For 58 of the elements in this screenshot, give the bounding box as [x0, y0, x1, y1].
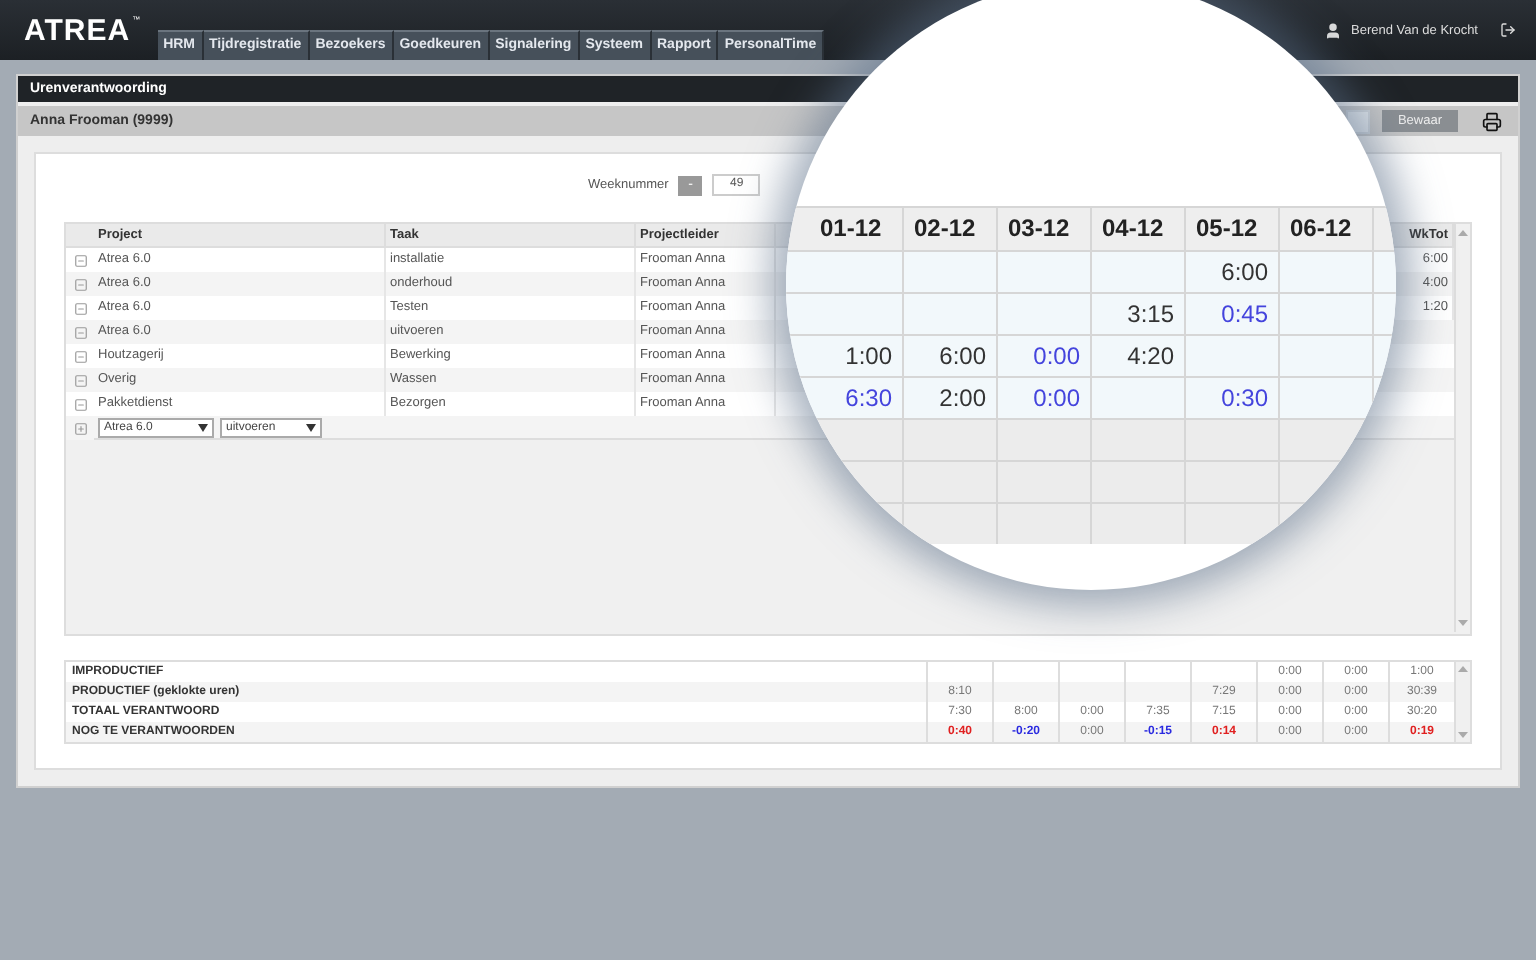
table-cell: [1398, 344, 1454, 368]
table-cell: 0:45: [1186, 292, 1280, 334]
collapse-icon[interactable]: [73, 349, 87, 363]
table-cell: [998, 418, 1092, 460]
table-cell: 2:00: [904, 376, 998, 418]
scroll-down-icon[interactable]: [1458, 620, 1468, 626]
table-cell: [1280, 250, 1374, 292]
column-header: 02-12: [904, 206, 998, 250]
print-icon[interactable]: [1482, 111, 1502, 131]
table-cell: 1:00: [810, 334, 904, 376]
table-cell: [1280, 334, 1374, 376]
column-header: 05-12: [1186, 206, 1280, 250]
table-cell: [1186, 418, 1280, 460]
table-cell: 6:30: [810, 376, 904, 418]
table-cell: 6:00: [1186, 250, 1280, 292]
table-cell: [1186, 334, 1280, 376]
add-icon[interactable]: [73, 421, 87, 435]
caret-icon: [198, 423, 208, 431]
collapse-icon[interactable]: [73, 277, 87, 291]
table-cell: [998, 250, 1092, 292]
table-cell: 3:15: [1092, 292, 1186, 334]
table-cell: 0:00: [998, 376, 1092, 418]
collapse-icon[interactable]: [73, 253, 87, 267]
scrollbar[interactable]: [1454, 662, 1470, 742]
column-header: 04-12: [1092, 206, 1186, 250]
column-header: 03-12: [998, 206, 1092, 250]
logout-icon[interactable]: [1500, 22, 1516, 38]
table-cell: [998, 502, 1092, 544]
table-cell: 0:00: [998, 334, 1092, 376]
table-cell: [998, 292, 1092, 334]
table-cell: [1058, 682, 1124, 702]
table-cell: [904, 292, 998, 334]
scrollbar[interactable]: [1454, 224, 1470, 632]
collapse-icon[interactable]: [73, 301, 87, 315]
table-cell: [1124, 682, 1190, 702]
scroll-up-icon[interactable]: [1458, 230, 1468, 236]
caret-icon: [306, 423, 316, 431]
table-cell: [1092, 250, 1186, 292]
column-header: 06-12: [1280, 206, 1374, 250]
table-cell: [1280, 292, 1374, 334]
table-cell: [904, 250, 998, 292]
scroll-down-icon[interactable]: [1458, 732, 1468, 738]
table-cell: [1092, 418, 1186, 460]
scroll-up-icon[interactable]: [1458, 666, 1468, 672]
table-cell: [992, 682, 1058, 702]
table-cell: 6:00: [904, 334, 998, 376]
collapse-icon[interactable]: [73, 373, 87, 387]
collapse-icon[interactable]: [73, 397, 87, 411]
table-cell: [904, 418, 998, 460]
user-icon: [1323, 21, 1342, 39]
table-cell: [1092, 376, 1186, 418]
table-cell: [810, 292, 904, 334]
table-cell: [1092, 502, 1186, 544]
table-cell: [810, 250, 904, 292]
collapse-icon[interactable]: [73, 325, 87, 339]
table-cell: 4:20: [1092, 334, 1186, 376]
column-header: 01-12: [810, 206, 904, 250]
table-cell: 0:30: [1186, 376, 1280, 418]
